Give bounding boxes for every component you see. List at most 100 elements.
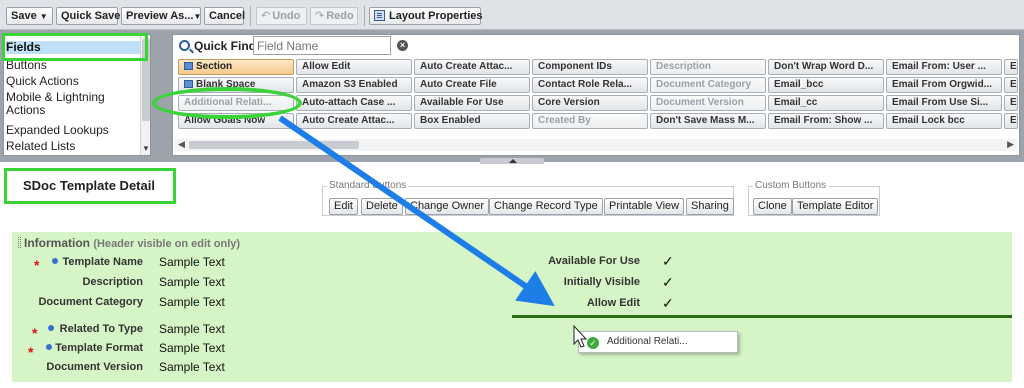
undo-icon: ↶ <box>261 10 271 22</box>
layout-properties-button[interactable]: Layout Properties <box>369 7 483 25</box>
clone-button[interactable]: Clone <box>753 198 792 215</box>
category-actions-label: Actions <box>6 103 46 117</box>
delete-button[interactable]: Delete <box>361 198 403 215</box>
palette-field-item[interactable]: Em <box>1004 95 1018 111</box>
palette-field-item[interactable]: Amazon S3 Enabled <box>296 77 412 93</box>
palette-field-label: Em <box>1010 79 1017 90</box>
field-label-allow-edit[interactable]: Allow Edit <box>490 297 640 309</box>
palette-field-item[interactable]: Core Version <box>532 95 648 111</box>
fields-highlight-box <box>2 33 148 61</box>
scroll-left-icon[interactable]: ◀ <box>178 139 185 150</box>
palette-field-item[interactable]: Email From Orgwid... <box>886 77 1002 93</box>
palette-field-item[interactable]: Document Version <box>650 95 766 111</box>
layout-properties-icon <box>374 10 385 21</box>
palette-field-item[interactable]: Auto Create Attac... <box>296 113 412 129</box>
category-mobile-lightning[interactable]: Mobile & Lightning Actions <box>6 91 140 117</box>
custom-buttons-group: Custom Buttons Clone Template Editor <box>748 180 880 216</box>
field-label-document-category[interactable]: Document Category <box>11 296 143 308</box>
palette-field-item[interactable]: Don't Save Mass M... <box>650 113 766 129</box>
field-label-document-version[interactable]: Document Version <box>11 361 143 373</box>
palette-field-label: Component IDs <box>538 61 612 72</box>
palette-field-label: Section <box>196 61 233 72</box>
palette-scrollbar-thumb[interactable] <box>189 141 359 149</box>
palette-field-item[interactable]: Auto Create File <box>414 77 530 93</box>
palette-field-item[interactable]: Allow Edit <box>296 59 412 75</box>
scroll-right-icon[interactable]: ▶ <box>1007 139 1014 150</box>
palette-field-item[interactable]: Em <box>1004 59 1018 75</box>
palette-field-label: Email From: User ... <box>892 61 986 72</box>
clear-search-icon[interactable]: × <box>397 40 408 51</box>
category-related-lists[interactable]: Related Lists <box>6 140 140 153</box>
palette-field-item[interactable]: Document Category <box>650 77 766 93</box>
palette-field-label: Document Category <box>656 79 752 90</box>
field-label-available-for-use[interactable]: Available For Use <box>490 255 640 267</box>
palette-field-item[interactable]: Section <box>178 59 294 75</box>
printable-view-button[interactable]: Printable View <box>604 198 685 215</box>
palette-field-item[interactable]: Box Enabled <box>414 113 530 129</box>
palette-field-item[interactable]: Created By <box>532 113 648 129</box>
palette-field-item[interactable]: Em <box>1004 77 1018 93</box>
field-label-description[interactable]: Description <box>11 276 143 288</box>
field-label-template-name[interactable]: Template Name <box>11 256 144 268</box>
palette-field-item[interactable]: Contact Role Rela... <box>532 77 648 93</box>
palette-field-item[interactable]: Auto-attach Case ... <box>296 95 412 111</box>
palette-field-item[interactable]: Em <box>1004 113 1018 129</box>
template-editor-button[interactable]: Template Editor <box>792 198 879 215</box>
edit-button[interactable]: Edit <box>329 198 358 215</box>
palette-field-label: Description <box>656 61 712 72</box>
palette-field-label: Don't Save Mass M... <box>656 115 755 126</box>
palette-field-item[interactable]: Email From Use Si... <box>886 95 1002 111</box>
palette: Fields Buttons Quick Actions Mobile & Li… <box>0 30 1024 164</box>
field-value-related-to-type: Sample Text <box>159 322 225 336</box>
change-record-type-button[interactable]: Change Record Type <box>489 198 603 215</box>
category-expanded-lookups[interactable]: Expanded Lookups <box>6 124 140 137</box>
save-button[interactable]: Save ▼ <box>6 7 53 25</box>
field-label-template-format[interactable]: Template Format <box>11 342 143 354</box>
sharing-button[interactable]: Sharing <box>686 198 734 215</box>
palette-field-item[interactable]: Description <box>650 59 766 75</box>
palette-field-label: Email_cc <box>774 97 818 108</box>
palette-field-label: Available For Use <box>420 97 504 108</box>
palette-field-label: Allow Edit <box>302 61 351 72</box>
palette-field-item[interactable]: Email Lock bcc <box>886 113 1002 129</box>
palette-field-area: Quick Find × Section Allow Edit Auto Creat… <box>172 34 1020 156</box>
preview-as-label: Preview As... <box>126 10 194 22</box>
palette-field-label: Don't Wrap Word D... <box>774 61 874 72</box>
redo-icon: ↷ <box>315 10 325 22</box>
dragged-field-chip[interactable]: ✓ Additional Relati... <box>578 331 738 353</box>
drag-handle-icon[interactable] <box>18 237 21 248</box>
scroll-down-icon[interactable]: ▼ <box>142 144 150 153</box>
palette-field-item[interactable]: Email_cc <box>768 95 884 111</box>
redo-label: Redo <box>326 10 354 22</box>
collapse-palette-handle[interactable] <box>480 158 544 164</box>
palette-field-item[interactable]: Component IDs <box>532 59 648 75</box>
palette-field-item[interactable]: Email From: Show ... <box>768 113 884 129</box>
toolbar-divider <box>250 6 251 26</box>
category-quick-actions[interactable]: Quick Actions <box>6 75 140 88</box>
palette-field-label: Em <box>1010 115 1017 126</box>
redo-button[interactable]: ↷ Redo <box>310 7 358 25</box>
palette-field-item[interactable]: Auto Create Attac... <box>414 59 530 75</box>
chevron-down-icon[interactable]: ▼ <box>40 12 48 21</box>
quick-find-label: Quick Find <box>194 39 257 53</box>
palette-field-label: Document Version <box>656 97 744 108</box>
palette-field-label: Box Enabled <box>420 115 481 126</box>
chevron-down-icon: ▼ <box>193 12 202 21</box>
palette-field-item[interactable]: Email From: User ... <box>886 59 1002 75</box>
field-label-related-to-type[interactable]: Related To Type <box>11 323 143 335</box>
quick-save-button[interactable]: Quick Save <box>56 7 120 25</box>
palette-field-item[interactable]: Email_bcc <box>768 77 884 93</box>
undo-button[interactable]: ↶ Undo <box>256 7 307 25</box>
palette-field-label: Email From Orgwid... <box>892 79 993 90</box>
drop-target-indicator <box>512 315 1012 318</box>
palette-field-item[interactable]: Don't Wrap Word D... <box>768 59 884 75</box>
section-header[interactable]: Information (Header visible on edit only… <box>18 236 240 250</box>
palette-field-item[interactable]: Available For Use <box>414 95 530 111</box>
quick-find-input[interactable] <box>253 36 391 55</box>
field-value-document-version: Sample Text <box>159 360 225 374</box>
change-owner-button[interactable]: Change Owner <box>405 198 489 215</box>
field-label-initially-visible[interactable]: Initially Visible <box>490 276 640 288</box>
preview-as-button[interactable]: Preview As...▼ <box>121 7 201 25</box>
cancel-button[interactable]: Cancel <box>204 7 245 25</box>
palette-horizontal-scrollbar[interactable]: ◀ ▶ <box>175 139 1017 151</box>
